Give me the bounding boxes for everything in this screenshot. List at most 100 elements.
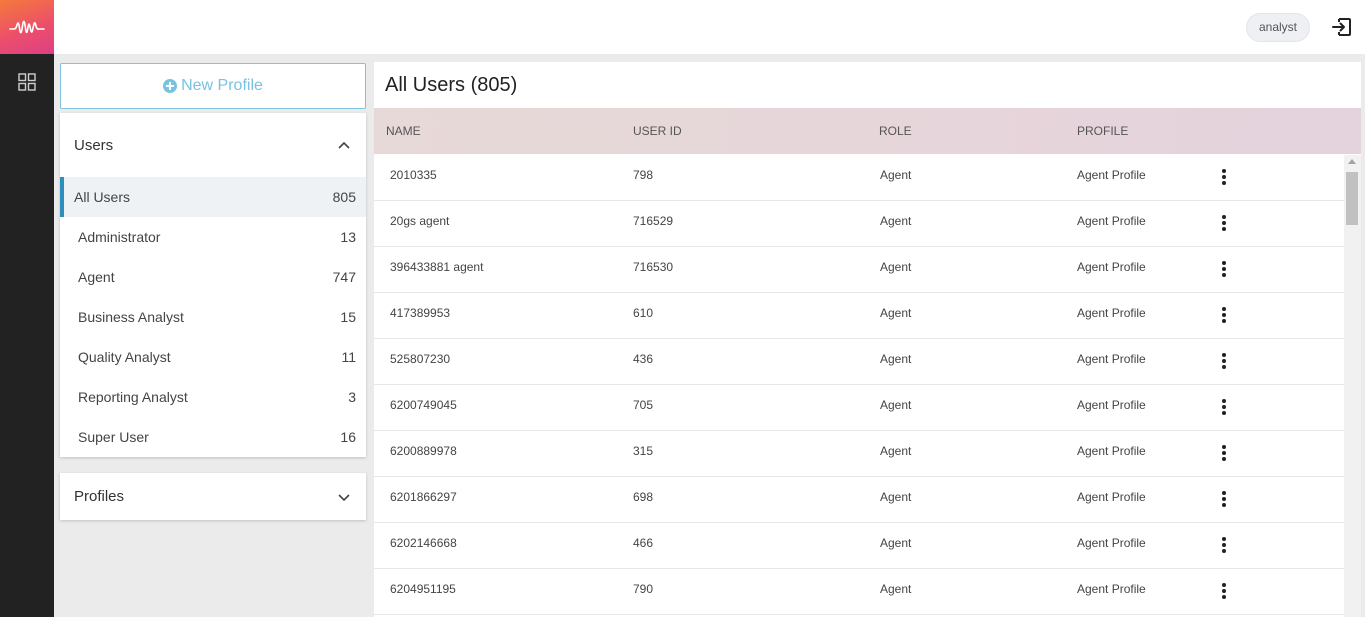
kebab-menu-icon[interactable] [1218,214,1230,232]
cell-role: Agent [880,214,912,228]
dashboard-nav-button[interactable] [14,69,40,95]
users-panel-title: Users [74,136,114,154]
user-group-count: 3 [348,389,356,405]
cell-role: Agent [880,444,912,458]
users-table-card: All Users (805) NAME USER ID ROLE PROFIL… [374,62,1361,617]
cell-role: Agent [880,352,912,366]
cell-user-id: 466 [633,536,654,550]
column-header-profile[interactable]: PROFILE [1077,124,1128,138]
cell-role: Agent [880,582,912,596]
table-row[interactable]: 6202146668 466 Agent Agent Profile [374,523,1344,569]
app-logo[interactable] [0,0,54,54]
user-group-label: Super User [78,429,149,445]
user-group-administrator[interactable]: Administrator 13 [60,217,366,257]
cell-profile: Agent Profile [1077,444,1146,458]
cell-name: 6200889978 [390,444,457,458]
user-group-quality-analyst[interactable]: Quality Analyst 11 [60,337,366,377]
cell-name: 6204951195 [390,582,456,596]
cell-user-id: 436 [633,352,654,366]
table-row[interactable]: 6200749045 705 Agent Agent Profile [374,385,1344,431]
kebab-menu-icon[interactable] [1218,398,1230,416]
table-row[interactable]: 525807230 436 Agent Agent Profile [374,339,1344,385]
logout-icon [1332,18,1351,36]
app-rail [0,0,54,617]
cell-profile: Agent Profile [1077,398,1146,412]
chevron-down-icon [336,489,352,505]
grid-icon [18,73,36,91]
cell-user-id: 315 [633,444,654,458]
new-profile-button[interactable]: New Profile [60,63,366,109]
cell-user-id: 610 [633,306,654,320]
cell-role: Agent [880,260,912,274]
cell-profile: Agent Profile [1077,306,1146,320]
logout-button[interactable] [1329,14,1355,40]
kebab-menu-icon[interactable] [1218,444,1230,462]
cell-role: Agent [880,398,912,412]
cell-user-id: 716529 [633,214,674,228]
cell-name: 6202146668 [390,536,457,550]
cell-user-id: 698 [633,490,654,504]
chevron-up-icon [336,137,352,153]
user-group-count: 11 [341,349,356,365]
plus-circle-icon [163,79,178,93]
kebab-menu-icon[interactable] [1218,306,1230,324]
cell-user-id: 798 [633,168,654,182]
user-group-count: 747 [332,269,356,285]
cell-profile: Agent Profile [1077,490,1146,504]
user-group-label: Administrator [78,229,161,245]
scroll-up-arrow-icon[interactable] [1348,159,1356,164]
user-group-business-analyst[interactable]: Business Analyst 15 [60,297,366,337]
user-group-super-user[interactable]: Super User 16 [60,417,366,457]
cell-role: Agent [880,490,912,504]
cell-user-id: 716530 [633,260,674,274]
table-body: 2010335 798 Agent Agent Profile 20gs age… [374,155,1344,615]
user-group-count: 805 [332,189,356,205]
cell-role: Agent [880,168,912,182]
user-group-label: Quality Analyst [78,349,171,365]
kebab-menu-icon[interactable] [1218,536,1230,554]
table-row[interactable]: 6200889978 315 Agent Agent Profile [374,431,1344,477]
kebab-menu-icon[interactable] [1218,260,1230,278]
column-header-user-id[interactable]: USER ID [633,124,682,138]
cell-role: Agent [880,306,912,320]
user-group-label: Reporting Analyst [78,389,188,405]
cell-name: 6200749045 [390,398,457,412]
table-row[interactable]: 396433881 agent 716530 Agent Agent Profi… [374,247,1344,293]
cell-profile: Agent Profile [1077,582,1146,596]
users-panel-header[interactable]: Users [60,113,366,177]
user-group-all-users[interactable]: All Users 805 [60,177,366,217]
table-row[interactable]: 417389953 610 Agent Agent Profile [374,293,1344,339]
kebab-menu-icon[interactable] [1218,168,1230,186]
kebab-menu-icon[interactable] [1218,490,1230,508]
profiles-panel: Profiles [60,473,366,520]
cell-profile: Agent Profile [1077,168,1146,182]
user-group-reporting-analyst[interactable]: Reporting Analyst 3 [60,377,366,417]
cell-profile: Agent Profile [1077,352,1146,366]
user-group-label: Business Analyst [78,309,184,325]
cell-name: 396433881 agent [390,260,484,274]
table-row[interactable]: 2010335 798 Agent Agent Profile [374,155,1344,201]
column-header-role[interactable]: ROLE [879,124,912,138]
cell-name: 6201866297 [390,490,457,504]
user-group-count: 16 [340,429,356,445]
cell-profile: Agent Profile [1077,536,1146,550]
profiles-panel-header[interactable]: Profiles [60,473,366,520]
table-row[interactable]: 20gs agent 716529 Agent Agent Profile [374,201,1344,247]
user-group-label: Agent [78,269,115,285]
new-profile-label: New Profile [181,77,263,94]
scrollbar-thumb[interactable] [1346,172,1358,225]
column-header-name[interactable]: NAME [386,124,421,138]
cell-user-id: 705 [633,398,654,412]
table-scrollbar[interactable] [1344,155,1361,617]
kebab-menu-icon[interactable] [1218,582,1230,600]
table-header-row: NAME USER ID ROLE PROFILE [374,108,1361,154]
profiles-panel-title: Profiles [74,488,125,505]
waveform-logo-icon [9,20,45,34]
kebab-menu-icon[interactable] [1218,352,1230,370]
cell-profile: Agent Profile [1077,214,1146,228]
table-row[interactable]: 6201866297 698 Agent Agent Profile [374,477,1344,523]
user-chip[interactable]: analyst [1245,13,1310,42]
user-group-agent[interactable]: Agent 747 [60,257,366,297]
cell-user-id: 790 [633,582,654,596]
table-row[interactable]: 6204951195 790 Agent Agent Profile [374,569,1344,615]
